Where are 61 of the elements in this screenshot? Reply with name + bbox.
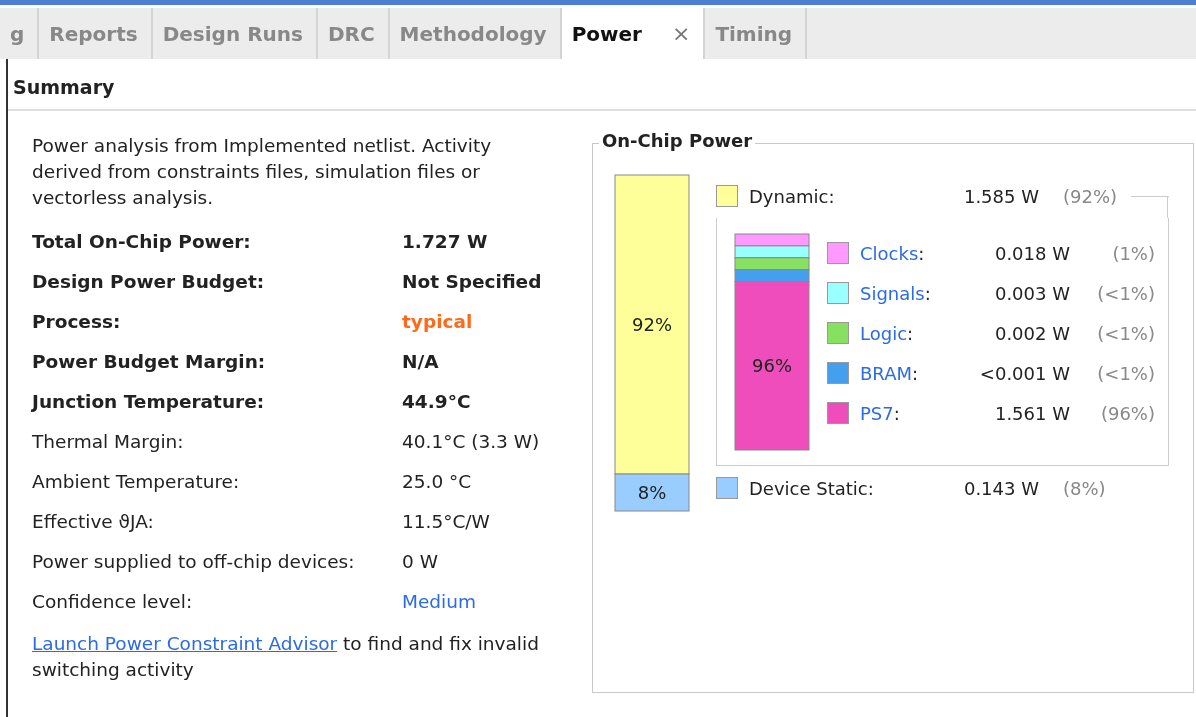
legend-value: 0.018 W <box>993 242 1070 264</box>
property-value: N/A <box>402 350 440 374</box>
property-value: 44.9°C <box>402 390 472 414</box>
bar-percent: 92% <box>632 313 672 335</box>
bar-percent: 8% <box>637 481 667 503</box>
legend-value: 0.143 W <box>962 477 1039 499</box>
legend-percent: (1%) <box>1111 242 1155 264</box>
property-label: Power Budget Margin: <box>32 350 267 374</box>
legend-value: 0.002 W <box>993 322 1070 344</box>
panel-title: On-Chip Power <box>599 130 756 151</box>
component-link[interactable]: PS7 <box>860 402 894 424</box>
property-label: Confidence level: <box>32 590 194 614</box>
separator: : <box>912 362 919 384</box>
separator: : <box>918 242 925 264</box>
property-label: Effective ϑJA: <box>32 510 155 534</box>
property-value: 0 W <box>402 550 439 574</box>
tab[interactable]: Reports <box>39 8 153 59</box>
advisor-text: Launch Power Constraint Advisor to find and fix invalid switching activity <box>32 632 540 682</box>
property-label: Ambient Temperature: <box>32 470 241 494</box>
property-value: 25.0 °C <box>402 470 473 494</box>
legend-value: 1.585 W <box>962 185 1039 207</box>
tab[interactable]: Timing <box>705 8 808 59</box>
property-value: typical <box>402 310 474 334</box>
property-label: Total On-Chip Power: <box>32 230 252 254</box>
tab[interactable]: DRC <box>317 8 390 59</box>
bar-percent: 96% <box>752 354 792 376</box>
separator: : <box>924 282 931 304</box>
component-link[interactable]: Signals <box>860 282 925 304</box>
property-value: 1.727 W <box>402 230 489 254</box>
separator: : <box>907 322 914 344</box>
component-link[interactable]: BRAM <box>860 362 912 384</box>
legend-value: <0.001 W <box>978 362 1070 384</box>
property-label: Junction Temperature: <box>32 390 266 414</box>
property-value: Not Specified <box>402 270 543 294</box>
legend-value: 0.003 W <box>993 282 1070 304</box>
component-link[interactable]: Logic <box>860 322 908 344</box>
legend-percent: (96%) <box>1099 402 1155 424</box>
property-label: Thermal Margin: <box>32 430 185 454</box>
legend-value: 1.561 W <box>993 402 1070 424</box>
tab[interactable]: Power × <box>561 8 706 59</box>
tab[interactable]: Design Runs <box>152 8 318 59</box>
property-label: Design Power Budget: <box>32 270 266 294</box>
legend-percent: (<1%) <box>1096 362 1155 384</box>
legend-percent: (<1%) <box>1096 282 1155 304</box>
legend-percent: (92%) <box>1063 185 1118 207</box>
advisor-link[interactable]: Launch Power Constraint Advisor <box>32 633 338 654</box>
close-icon[interactable]: × <box>671 21 691 46</box>
legend-percent: (<1%) <box>1096 322 1155 344</box>
property-value: 11.5°C/W <box>402 510 491 534</box>
legend-label: Dynamic: <box>749 185 836 207</box>
property-value: 40.1°C (3.3 W) <box>402 430 541 454</box>
legend-label: Device Static: <box>749 477 875 499</box>
legend-percent: (8%) <box>1063 477 1106 499</box>
property-value[interactable]: Medium <box>402 589 562 615</box>
property-label: Process: <box>32 310 122 334</box>
component-link[interactable]: Clocks <box>860 242 919 264</box>
tab[interactable]: g <box>0 8 40 59</box>
separator: : <box>893 402 900 424</box>
section-title: Summary <box>8 59 1196 111</box>
description: Power analysis from Implemented netlist. Activity derived from constraints files, simulation files or vectorless analysis. <box>32 134 493 210</box>
property-label: Power supplied to off-chip devices: <box>32 550 356 574</box>
